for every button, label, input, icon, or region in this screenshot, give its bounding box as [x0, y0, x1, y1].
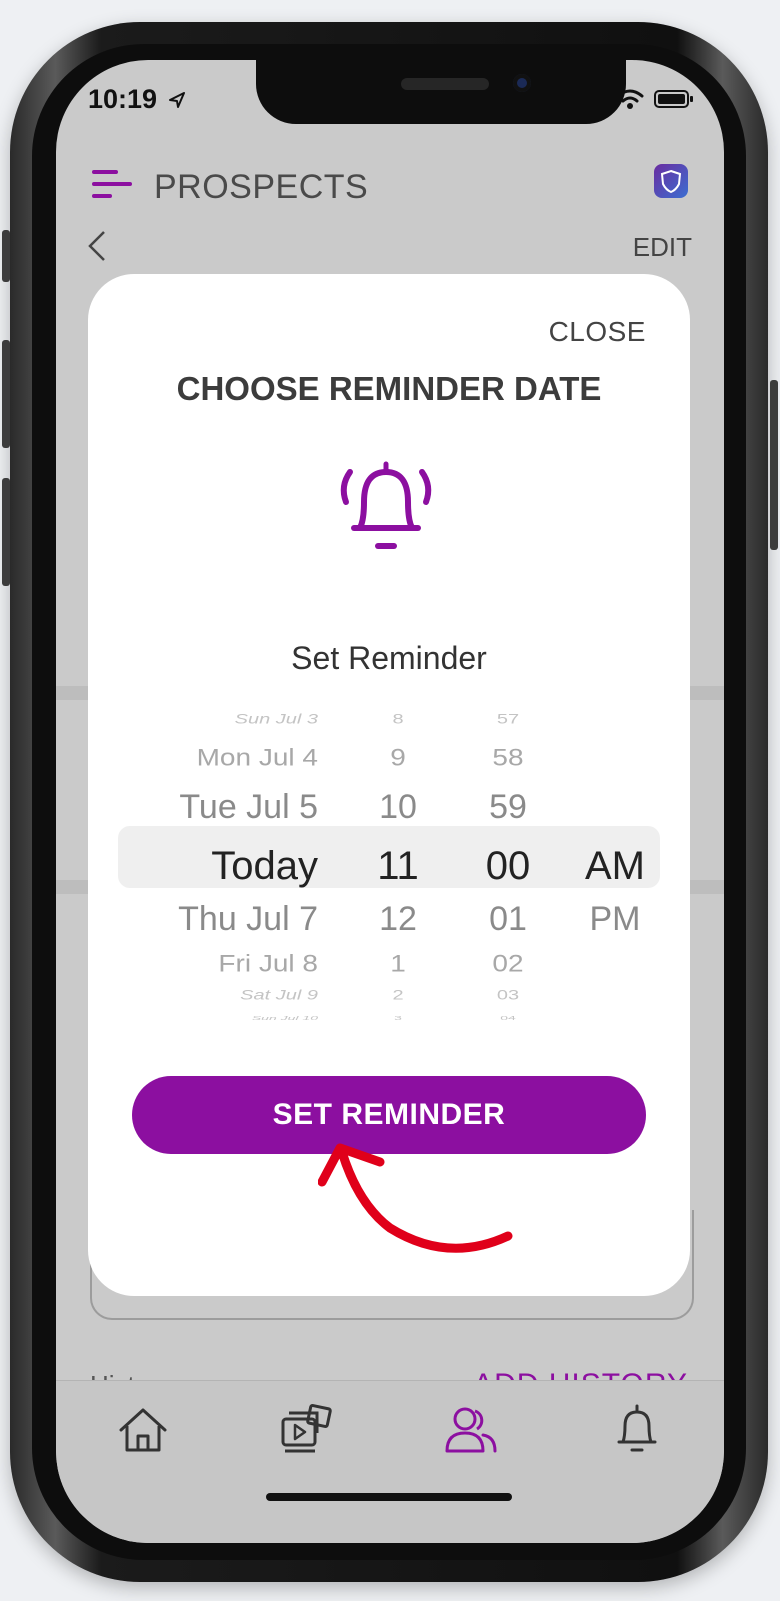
tab-people[interactable] — [436, 1395, 506, 1465]
picker-minute: 03 — [496, 987, 520, 1003]
picker-date: Tue Jul 5 — [179, 788, 318, 826]
picker-hour: 10 — [379, 788, 417, 826]
speaker — [401, 78, 489, 90]
volume-down-button — [2, 478, 10, 586]
notch — [256, 60, 626, 124]
picker-date: Today — [211, 844, 318, 888]
app-badge-icon[interactable] — [654, 164, 688, 198]
picker-date: Thu Jul 7 — [178, 900, 318, 938]
mute-switch — [2, 230, 10, 282]
picker-minute: 00 — [485, 844, 531, 888]
power-button — [770, 380, 778, 550]
picker-hour: 3 — [394, 1014, 402, 1022]
home-icon — [119, 1408, 167, 1452]
bell-icon — [617, 1404, 657, 1452]
picker-minute: 57 — [496, 711, 520, 727]
picker-hour: 1 — [390, 950, 406, 977]
screen: 10:19 PROSPECTS EDIT CLOSE CHOOSE REMIND… — [56, 60, 724, 1543]
picker-hour: 12 — [379, 900, 417, 938]
picker-ampm: PM — [589, 900, 641, 938]
picker-date: Fri Jul 8 — [218, 950, 318, 977]
edit-button[interactable]: EDIT — [633, 232, 692, 263]
picker-minute: 02 — [492, 950, 524, 977]
tab-media[interactable] — [270, 1395, 340, 1465]
close-button[interactable]: CLOSE — [549, 316, 646, 348]
modal-title: CHOOSE REMINDER DATE — [176, 370, 602, 407]
battery-icon — [654, 90, 693, 108]
picker-minute: 59 — [489, 788, 527, 826]
picker-hour: 11 — [377, 844, 419, 888]
date-time-picker[interactable]: Sat Jul 2756Sun Jul 3857Mon Jul 4958Tue … — [88, 698, 690, 1028]
picker-minute: 58 — [492, 744, 524, 771]
picker-hour: 9 — [390, 744, 406, 771]
home-indicator[interactable] — [266, 1493, 512, 1501]
tab-home[interactable] — [108, 1395, 178, 1465]
picker-date: Sat Jul 9 — [240, 987, 318, 1003]
location-arrow-icon — [168, 92, 185, 108]
picker-hour: 2 — [392, 987, 404, 1003]
tab-notifications[interactable] — [602, 1395, 672, 1465]
volume-up-button — [2, 340, 10, 448]
front-camera — [513, 74, 531, 92]
status-time: 10:19 — [88, 84, 187, 115]
picker-ampm: AM — [585, 844, 645, 888]
app-header: PROSPECTS — [56, 150, 724, 210]
picker-minute: 04 — [500, 1014, 516, 1022]
media-icon — [281, 1403, 332, 1453]
bell-icon — [340, 461, 432, 549]
annotation-arrow — [318, 1143, 513, 1253]
picker-date: Mon Jul 4 — [196, 744, 318, 771]
picker-date: Sun Jul 3 — [234, 711, 318, 727]
picker-hour: 8 — [392, 711, 404, 727]
back-chevron-icon[interactable] — [86, 228, 108, 273]
tab-bar — [56, 1380, 724, 1543]
menu-icon[interactable] — [92, 170, 132, 200]
picker-minute: 01 — [489, 900, 527, 938]
picker-date: Sun Jul 10 — [251, 1014, 318, 1022]
people-icon — [445, 1407, 497, 1453]
page-title: PROSPECTS — [154, 168, 369, 206]
reminder-modal: CLOSE CHOOSE REMINDER DATE Set Reminder … — [88, 274, 690, 1296]
picker-subtitle: Set Reminder — [291, 640, 487, 676]
